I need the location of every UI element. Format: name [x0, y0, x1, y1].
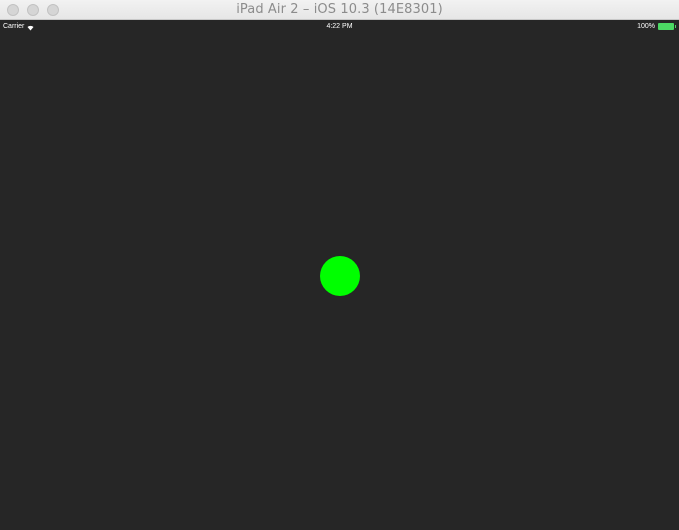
- battery-icon: [658, 23, 674, 30]
- status-time: 4:22 PM: [326, 23, 353, 30]
- simulator-window: iPad Air 2 – iOS 10.3 (14E8301) Carrier …: [0, 0, 679, 530]
- title-bar[interactable]: iPad Air 2 – iOS 10.3 (14E8301): [0, 0, 679, 20]
- battery-group: 100%: [637, 20, 676, 33]
- battery-percent: 100%: [637, 23, 655, 30]
- ios-status-bar: Carrier 4:22 PM 100%: [0, 20, 679, 33]
- green-circle-view[interactable]: [320, 256, 360, 296]
- window-title: iPad Air 2 – iOS 10.3 (14E8301): [236, 2, 443, 17]
- battery-tip: [675, 25, 676, 28]
- battery-fill: [659, 24, 673, 29]
